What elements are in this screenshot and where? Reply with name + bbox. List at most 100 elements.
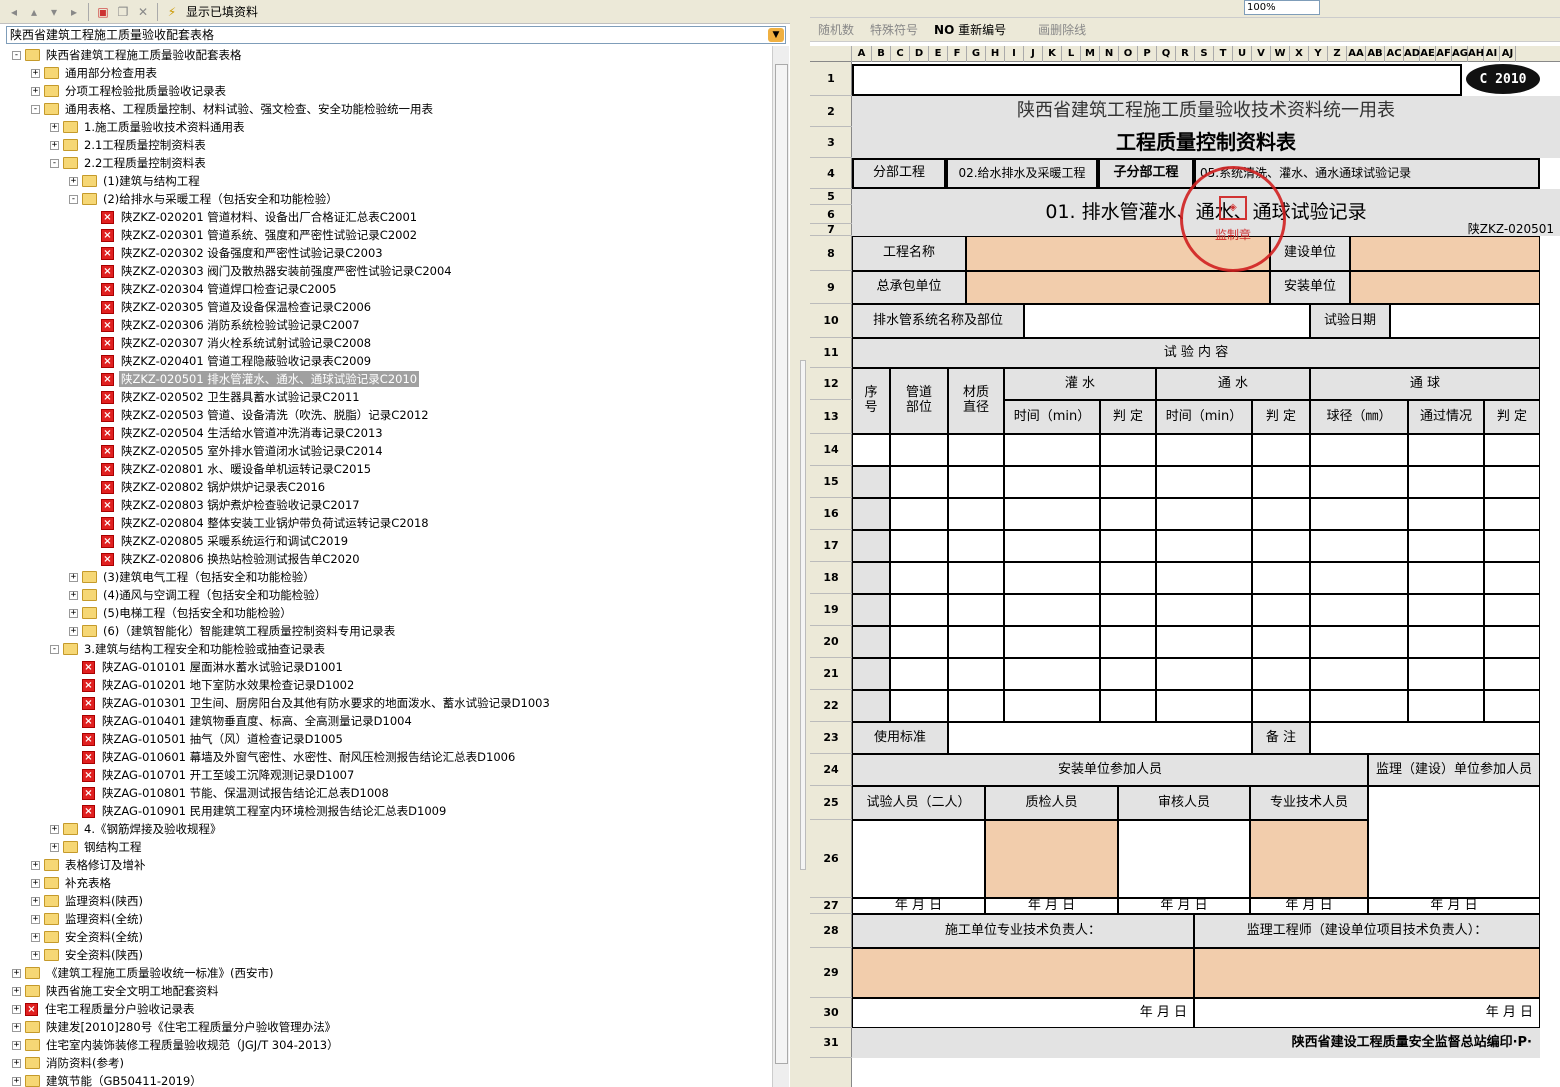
data-cell[interactable]: [1408, 466, 1484, 498]
data-cell[interactable]: [1156, 466, 1252, 498]
tree-item-form[interactable]: × 陕ZKZ-020803 锅炉煮炉检查验收记录C2017: [88, 496, 362, 514]
staff-role-label[interactable]: 专业技术人员: [1250, 786, 1368, 820]
data-cell[interactable]: [1408, 626, 1484, 658]
data-cell[interactable]: [1484, 594, 1540, 626]
corner-cell[interactable]: [810, 46, 852, 62]
tree-item-form[interactable]: × 陕ZAG-010201 地下室防水效果检查记录D1002: [69, 676, 356, 694]
tree-item-folder[interactable]: - 陕西省建筑工程施工质量验收配套表格: [12, 46, 244, 64]
data-cell[interactable]: [1100, 466, 1156, 498]
data-cell[interactable]: [852, 594, 890, 626]
down-icon[interactable]: ▾: [44, 2, 64, 22]
data-cell[interactable]: [1484, 530, 1540, 562]
data-cell[interactable]: [1252, 594, 1310, 626]
ball-judge-header[interactable]: 判 定: [1484, 400, 1540, 434]
data-cell[interactable]: [1100, 658, 1156, 690]
column-header-cell[interactable]: AF: [1436, 46, 1452, 62]
construction-head-date[interactable]: 年 月 日: [852, 998, 1194, 1028]
ball-diameter-header[interactable]: 球径（㎜）: [1310, 400, 1408, 434]
column-header-cell[interactable]: AJ: [1500, 46, 1516, 62]
data-cell[interactable]: [948, 530, 1004, 562]
data-cell[interactable]: [1004, 434, 1100, 466]
test-date-label[interactable]: 试验日期: [1310, 304, 1390, 338]
row-header-cell[interactable]: 27: [810, 898, 852, 914]
tree-item-folder[interactable]: + 安全资料(全统): [31, 928, 145, 946]
up-icon[interactable]: ▴: [24, 2, 44, 22]
expand-icon[interactable]: +: [31, 914, 40, 924]
row-header-cell[interactable]: 4: [810, 158, 852, 189]
data-cell[interactable]: [852, 498, 890, 530]
tree-item-folder[interactable]: + (6)（建筑智能化）智能建筑工程质量控制资料专用记录表: [69, 622, 397, 640]
expand-icon[interactable]: +: [31, 68, 40, 78]
data-cell[interactable]: [948, 658, 1004, 690]
column-header-cell[interactable]: P: [1138, 46, 1157, 62]
column-header-cell[interactable]: AG: [1452, 46, 1468, 62]
data-cell[interactable]: [1252, 690, 1310, 722]
column-header-cell[interactable]: AA: [1347, 46, 1366, 62]
data-cell[interactable]: [1156, 690, 1252, 722]
supervisor-engineer-date[interactable]: 年 月 日: [1194, 998, 1540, 1028]
row-header-cell[interactable]: 16: [810, 498, 852, 530]
special-symbol-button[interactable]: 特殊符号: [870, 21, 918, 38]
column-header-cell[interactable]: U: [1233, 46, 1252, 62]
tree-item-folder[interactable]: + 补充表格: [31, 874, 113, 892]
expand-icon[interactable]: +: [31, 896, 40, 906]
tree-item-form[interactable]: × 陕ZKZ-020504 生活给水管道冲洗消毒记录C2013: [88, 424, 385, 442]
tree-item-folder[interactable]: - (2)给排水与采暖工程（包括安全和功能检验）: [69, 190, 340, 208]
tree-item-folder[interactable]: + 分项工程检验批质量验收记录表: [31, 82, 228, 100]
data-cell[interactable]: [852, 658, 890, 690]
row-header-cell[interactable]: 29: [810, 948, 852, 998]
expand-icon[interactable]: +: [50, 122, 59, 132]
column-header-cell[interactable]: AC: [1385, 46, 1404, 62]
column-header-cell[interactable]: Q: [1157, 46, 1176, 62]
data-cell[interactable]: [1100, 594, 1156, 626]
scroll-thumb[interactable]: [775, 64, 788, 1064]
data-cell[interactable]: [948, 562, 1004, 594]
date-field[interactable]: 年 月 日: [1250, 898, 1368, 914]
expand-icon[interactable]: +: [12, 1040, 21, 1050]
date-field[interactable]: 年 月 日: [1118, 898, 1250, 914]
tree-item-form[interactable]: × 陕ZKZ-020804 整体安装工业锅炉带负荷试运转记录C2018: [88, 514, 431, 532]
tree-item-folder[interactable]: + (4)通风与空调工程（包括安全和功能检验）: [69, 586, 328, 604]
pass-time-header[interactable]: 时间（min）: [1156, 400, 1252, 434]
expand-icon[interactable]: +: [31, 932, 40, 942]
tree-item-folder[interactable]: - 通用表格、工程质量控制、材料试验、强文检查、安全功能检验统一用表: [31, 100, 435, 118]
pass-water-header[interactable]: 通 水: [1156, 368, 1310, 400]
data-cell[interactable]: [1004, 530, 1100, 562]
tree-item-folder[interactable]: + (3)建筑电气工程（包括安全和功能检验）: [69, 568, 317, 586]
data-cell[interactable]: [1156, 434, 1252, 466]
row-header-cell[interactable]: 7: [810, 224, 852, 236]
data-cell[interactable]: [948, 434, 1004, 466]
row-header-cell[interactable]: 26: [810, 820, 852, 898]
column-header-cell[interactable]: S: [1195, 46, 1214, 62]
tree-item-form[interactable]: × 陕ZKZ-020806 换热站检验测试报告单C2020: [88, 550, 362, 568]
expand-icon[interactable]: +: [31, 86, 40, 96]
tree-item-form[interactable]: × 陕ZAG-010101 屋面淋水蓄水试验记录D1001: [69, 658, 345, 676]
tree-item-folder[interactable]: +4.《钢筋焊接及验收规程》: [50, 820, 223, 838]
show-filled-button[interactable]: 显示已填资料: [186, 3, 258, 20]
tree-item-form[interactable]: × 陕ZKZ-020303 阀门及散热器安装前强度严密性试验记录C2004: [88, 262, 454, 280]
tree-item-form[interactable]: × 陕ZKZ-020802 锅炉烘炉记录表C2016: [88, 478, 327, 496]
expand-icon[interactable]: +: [69, 590, 78, 600]
column-header-cell[interactable]: K: [1043, 46, 1062, 62]
data-cell[interactable]: [1252, 562, 1310, 594]
tree-item-form[interactable]: × 陕ZAG-010501 抽气（风）道检查记录D1005: [69, 730, 345, 748]
data-cell[interactable]: [1004, 626, 1100, 658]
tree-item-folder[interactable]: + (5)电梯工程（包括安全和功能检验）: [69, 604, 294, 622]
panel-splitter[interactable]: [790, 0, 810, 1087]
install-unit-label[interactable]: 安装单位: [1270, 271, 1350, 304]
data-cell[interactable]: [890, 626, 948, 658]
reviewer-sign-field[interactable]: [1118, 820, 1250, 898]
build-unit-field[interactable]: [1350, 236, 1540, 271]
expand-icon[interactable]: +: [31, 878, 40, 888]
column-header-cell[interactable]: X: [1290, 46, 1309, 62]
data-cell[interactable]: [890, 658, 948, 690]
row-header-cell[interactable]: 14: [810, 434, 852, 466]
staff-role-label[interactable]: 试验人员（二人）: [852, 786, 985, 820]
data-cell[interactable]: [1408, 594, 1484, 626]
pass-status-header[interactable]: 通过情况: [1408, 400, 1484, 434]
row-header-cell[interactable]: 22: [810, 690, 852, 722]
data-cell[interactable]: [1484, 466, 1540, 498]
install-staff-header[interactable]: 安装单位参加人员: [852, 754, 1368, 786]
form-title-sub[interactable]: 工程质量控制资料表: [852, 127, 1560, 158]
data-cell[interactable]: [1310, 658, 1408, 690]
